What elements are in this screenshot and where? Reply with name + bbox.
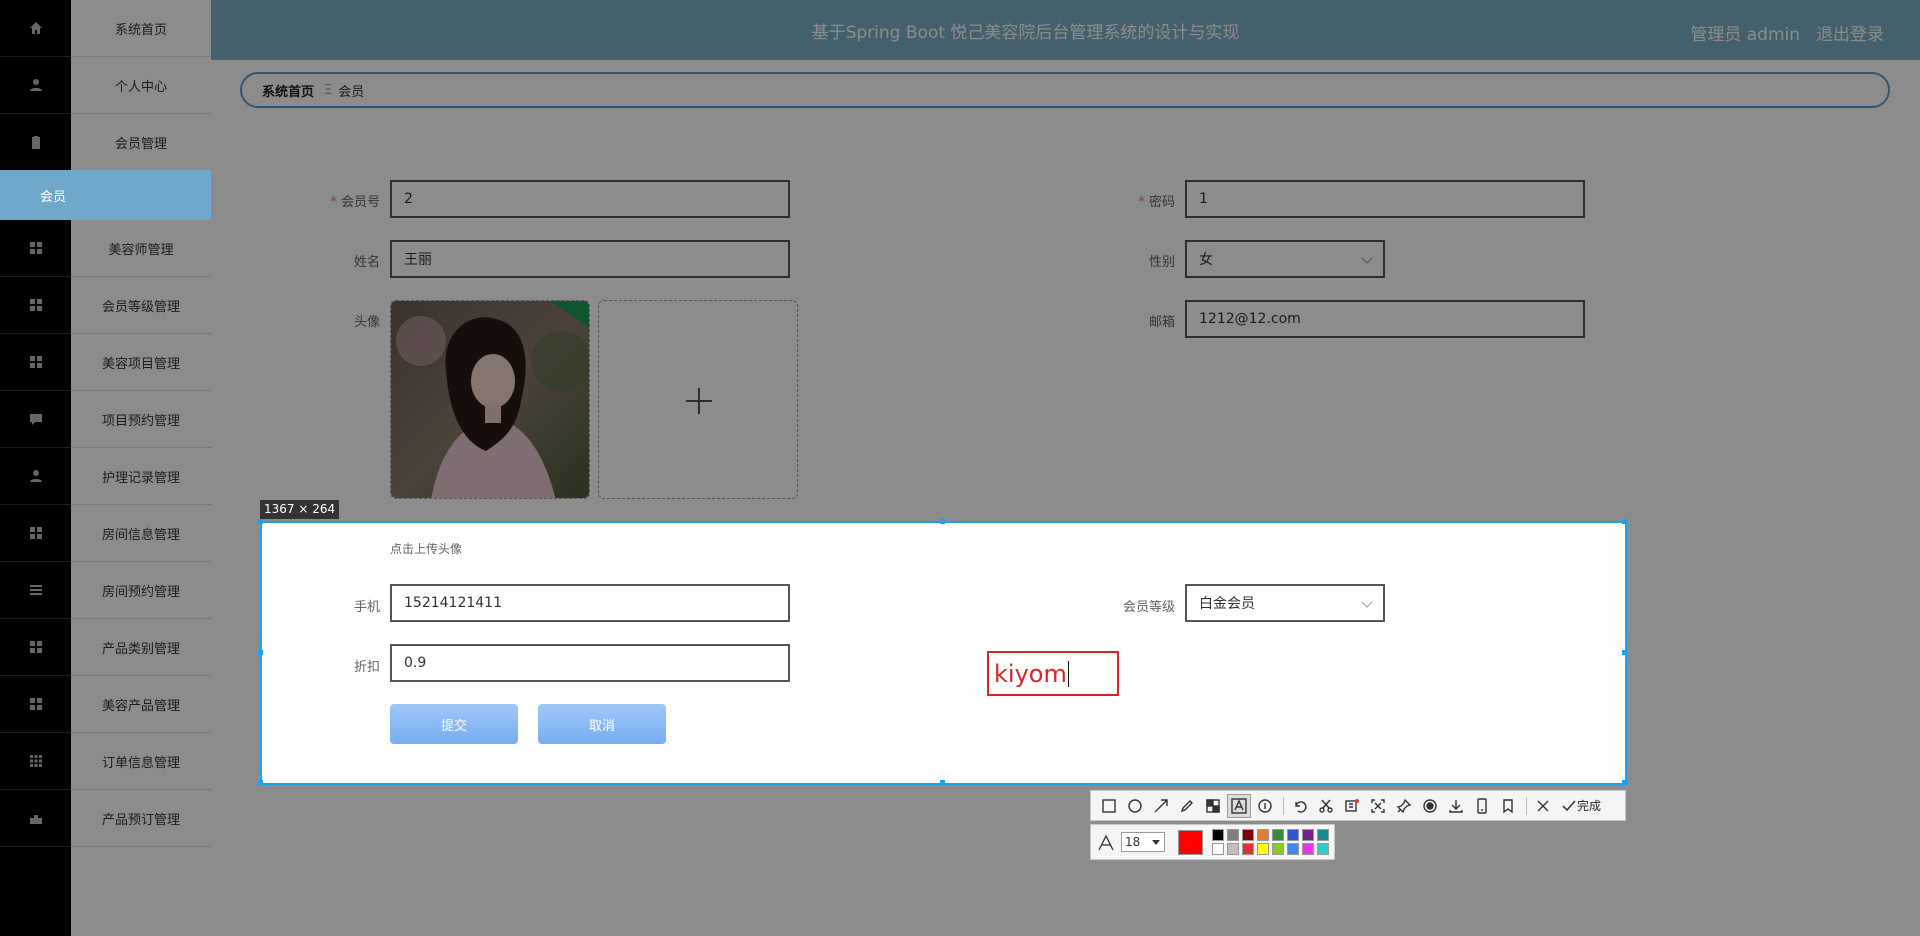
resize-handle[interactable]: [258, 650, 263, 655]
number-marker-icon[interactable]: [1253, 794, 1277, 818]
overlay-shade-right: [1627, 521, 1920, 785]
cut-icon[interactable]: [1314, 794, 1338, 818]
resize-handle[interactable]: [1622, 519, 1627, 524]
resize-handle[interactable]: [940, 780, 945, 785]
color-swatch[interactable]: [1287, 829, 1299, 841]
font-size-value: 18: [1125, 835, 1141, 849]
ocr-icon[interactable]: [1340, 794, 1364, 818]
color-swatch[interactable]: [1242, 843, 1254, 855]
record-icon[interactable]: [1418, 794, 1442, 818]
selection-size-label: 1367 × 264: [260, 500, 340, 519]
pencil-tool-icon[interactable]: [1175, 794, 1199, 818]
color-swatch[interactable]: [1272, 829, 1284, 841]
color-swatch[interactable]: [1212, 843, 1224, 855]
resize-handle[interactable]: [258, 519, 263, 524]
text-annotation[interactable]: kiyom: [987, 651, 1119, 696]
color-swatch[interactable]: [1317, 829, 1329, 841]
close-icon[interactable]: [1531, 794, 1555, 818]
color-swatch[interactable]: [1302, 829, 1314, 841]
text-style-bar: 18: [1090, 824, 1335, 860]
pin-icon[interactable]: [1392, 794, 1416, 818]
color-swatch[interactable]: [1287, 843, 1299, 855]
text-tool-icon[interactable]: [1227, 793, 1251, 818]
current-color-swatch[interactable]: [1178, 830, 1203, 855]
color-swatch[interactable]: [1227, 843, 1239, 855]
resize-handle[interactable]: [1622, 650, 1627, 655]
font-size-select[interactable]: 18: [1121, 832, 1165, 852]
resize-handle[interactable]: [258, 780, 263, 785]
color-swatch[interactable]: [1257, 843, 1269, 855]
phone-icon[interactable]: [1470, 794, 1494, 818]
arrow-tool-icon[interactable]: [1149, 794, 1173, 818]
color-swatch[interactable]: [1272, 843, 1284, 855]
toolbar-divider: [1283, 796, 1284, 815]
done-label: 完成: [1577, 799, 1602, 813]
scroll-capture-icon[interactable]: [1366, 794, 1390, 818]
rectangle-tool-icon[interactable]: [1097, 794, 1121, 818]
font-icon: [1098, 834, 1114, 851]
color-swatch[interactable]: [1302, 843, 1314, 855]
check-icon: [1562, 800, 1576, 811]
annotation-text: kiyom: [994, 659, 1067, 688]
overlay-shade-top: [0, 0, 1920, 521]
color-swatch[interactable]: [1317, 843, 1329, 855]
sidebar-active-item[interactable]: 会员: [0, 170, 211, 220]
color-swatch[interactable]: [1212, 829, 1224, 841]
selection-rectangle[interactable]: [260, 521, 1627, 785]
color-swatch[interactable]: [1242, 829, 1254, 841]
undo-icon[interactable]: [1288, 794, 1312, 818]
dropdown-arrow-icon: [1152, 840, 1160, 845]
toolbar-divider: [1526, 796, 1527, 815]
overlay-shade-bottom: [0, 785, 1920, 936]
color-swatch[interactable]: [1227, 829, 1239, 841]
ellipse-tool-icon[interactable]: [1123, 794, 1147, 818]
mosaic-tool-icon[interactable]: [1201, 794, 1225, 818]
annotation-toolbar: 完成: [1090, 790, 1626, 821]
overlay-shade-left: [0, 521, 260, 785]
color-swatch[interactable]: [1257, 829, 1269, 841]
resize-handle[interactable]: [940, 519, 945, 524]
done-button[interactable]: 完成: [1561, 797, 1601, 814]
text-caret: [1067, 660, 1069, 687]
bookmark-icon[interactable]: [1496, 794, 1520, 818]
resize-handle[interactable]: [1622, 780, 1627, 785]
download-icon[interactable]: [1444, 794, 1468, 818]
